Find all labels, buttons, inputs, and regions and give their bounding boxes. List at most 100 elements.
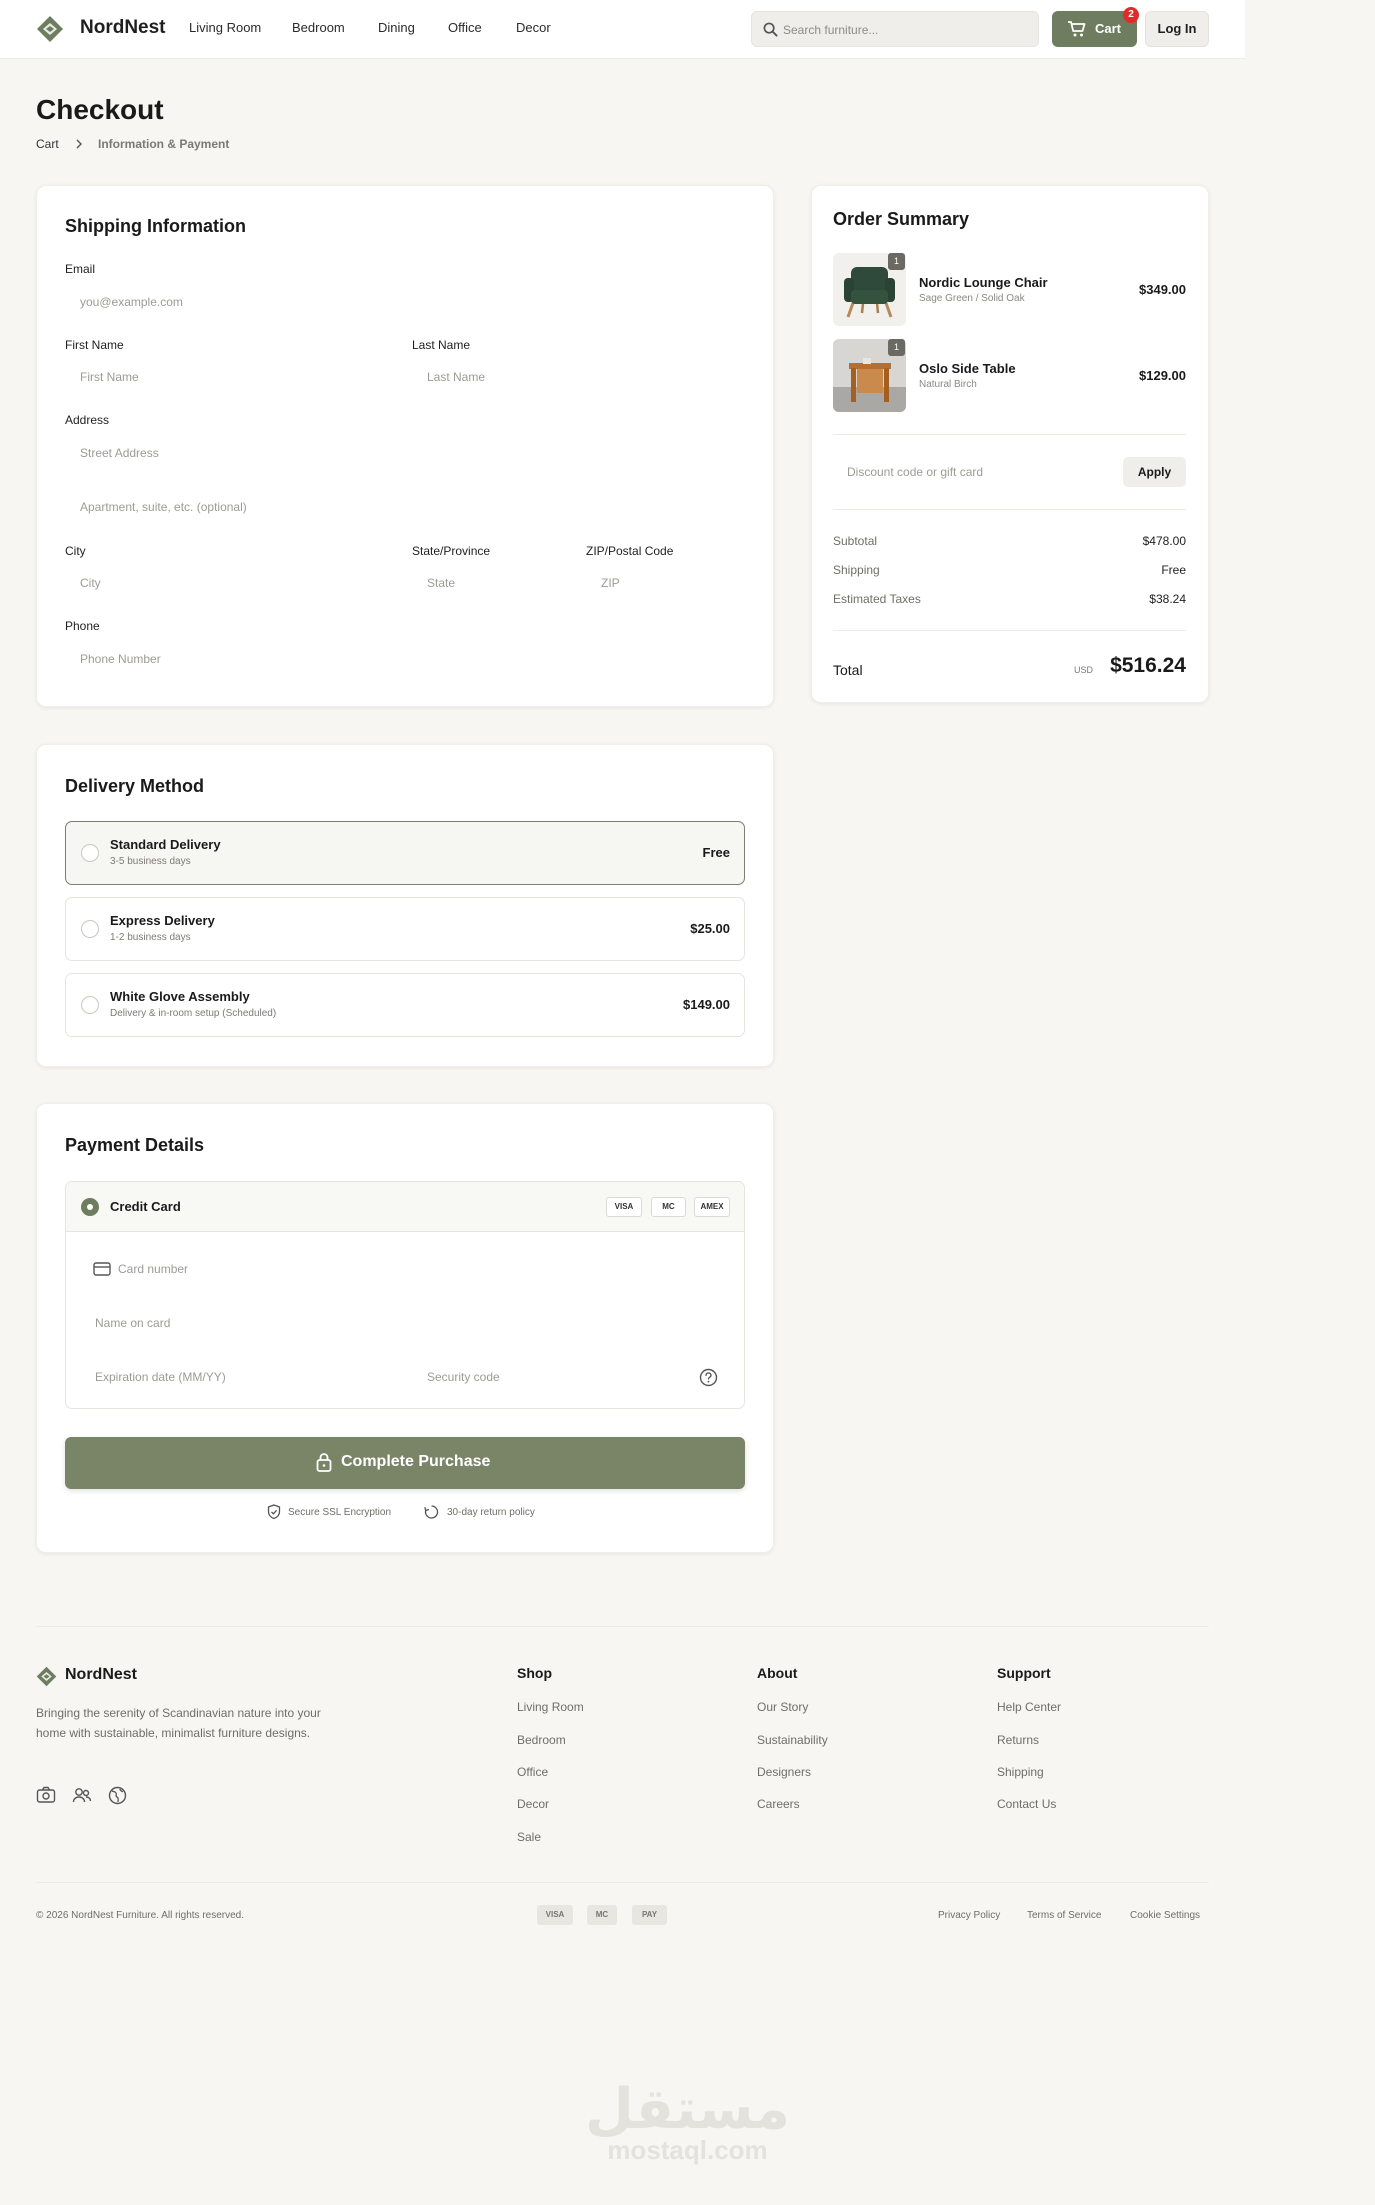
amex-badge: AMEX <box>694 1197 730 1217</box>
footer-link-bedroom[interactable]: Bedroom <box>517 1733 566 1747</box>
nav-living-room[interactable]: Living Room <box>189 20 261 35</box>
footer-brand[interactable]: NordNest <box>65 1666 137 1684</box>
shipping-label: Shipping <box>833 563 880 577</box>
radio-white-glove[interactable] <box>81 996 99 1014</box>
item-name: Oslo Side Table <box>919 361 1016 376</box>
subtotal-value: $478.00 <box>1142 534 1186 548</box>
last-name-label: Last Name <box>412 338 471 352</box>
delivery-option-express[interactable]: Express Delivery 1-2 business days $25.0… <box>65 897 745 961</box>
radio-express[interactable] <box>81 920 99 938</box>
city-field[interactable] <box>66 564 396 602</box>
street-address-field[interactable] <box>66 434 746 472</box>
discount-code-field[interactable] <box>833 453 1113 491</box>
footer-link-living-room[interactable]: Living Room <box>517 1700 584 1714</box>
users-icon[interactable] <box>72 1786 92 1804</box>
email-label: Email <box>65 262 96 276</box>
zip-field[interactable] <box>587 564 747 602</box>
footer-link-help-center[interactable]: Help Center <box>997 1700 1061 1714</box>
camera-icon[interactable] <box>36 1786 56 1804</box>
breadcrumb-cart[interactable]: Cart <box>36 137 59 151</box>
chevron-right-icon <box>76 139 82 149</box>
delivery-option-standard[interactable]: Standard Delivery 3-5 business days Free <box>65 821 745 885</box>
logo-diamond-icon[interactable] <box>36 15 64 43</box>
credit-card-option[interactable]: Credit Card VISA MC AMEX <box>66 1182 744 1232</box>
cart-count-badge: 2 <box>1123 7 1139 23</box>
security-code-field[interactable] <box>413 1358 673 1396</box>
login-button[interactable]: Log In <box>1145 11 1209 47</box>
nav-bedroom[interactable]: Bedroom <box>292 20 345 35</box>
recycle-icon <box>424 1505 439 1519</box>
apartment-field[interactable] <box>66 488 746 526</box>
footer-link-designers[interactable]: Designers <box>757 1765 811 1779</box>
footer-link-contact-us[interactable]: Contact Us <box>997 1797 1056 1811</box>
brand-name[interactable]: NordNest <box>80 17 166 39</box>
card-number-field[interactable] <box>104 1250 664 1288</box>
phone-label: Phone <box>65 619 100 633</box>
radio-credit-card[interactable] <box>81 1198 99 1216</box>
shopping-cart-icon <box>1068 21 1086 37</box>
help-circle-icon[interactable] <box>699 1368 718 1387</box>
item-price: $349.00 <box>1139 282 1186 297</box>
nav-decor[interactable]: Decor <box>516 20 551 35</box>
footer-link-careers[interactable]: Careers <box>757 1797 800 1811</box>
last-name-field[interactable] <box>413 358 743 396</box>
first-name-field[interactable] <box>66 358 396 396</box>
shield-check-icon <box>267 1504 281 1520</box>
footer-link-shipping[interactable]: Shipping <box>997 1765 1044 1779</box>
delivery-title: Delivery Method <box>65 776 205 796</box>
privacy-policy-link[interactable]: Privacy Policy <box>938 1910 1000 1921</box>
mastercard-badge: MC <box>651 1197 686 1217</box>
watermark-latin: mostaql.com <box>607 2135 768 2165</box>
visa-badge: VISA <box>606 1197 642 1217</box>
footer-visa-badge: VISA <box>537 1905 573 1925</box>
summary-divider <box>833 434 1186 435</box>
radio-standard[interactable] <box>81 844 99 862</box>
footer-link-our-story[interactable]: Our Story <box>757 1700 808 1714</box>
name-on-card-field[interactable] <box>81 1304 721 1342</box>
credit-card-label: Credit Card <box>110 1199 181 1214</box>
footer-mastercard-badge: MC <box>587 1905 617 1925</box>
email-field[interactable] <box>66 283 746 321</box>
terms-of-service-link[interactable]: Terms of Service <box>1027 1910 1101 1921</box>
phone-field[interactable] <box>66 640 746 678</box>
qty-badge: 1 <box>888 339 905 356</box>
shipping-value: Free <box>1161 563 1186 577</box>
expiry-field[interactable] <box>81 1358 401 1396</box>
item-variant: Sage Green / Solid Oak <box>919 293 1025 304</box>
total-label: Total <box>833 662 863 678</box>
footer-pay-badge: PAY <box>632 1905 667 1925</box>
shipping-title: Shipping Information <box>65 216 246 236</box>
taxes-value: $38.24 <box>1149 592 1186 606</box>
summary-divider <box>833 630 1186 631</box>
return-policy-note: 30-day return policy <box>447 1507 535 1518</box>
footer-logo-icon <box>36 1666 57 1687</box>
footer-heading-support: Support <box>997 1665 1051 1681</box>
option-subtitle: Delivery & in-room setup (Scheduled) <box>110 1008 277 1019</box>
apply-discount-button[interactable]: Apply <box>1123 457 1186 487</box>
item-name: Nordic Lounge Chair <box>919 275 1048 290</box>
globe-icon[interactable] <box>108 1786 127 1805</box>
item-variant: Natural Birch <box>919 379 977 390</box>
first-name-label: First Name <box>65 338 124 352</box>
complete-purchase-button[interactable]: Complete Purchase <box>65 1437 745 1489</box>
footer-link-sustainability[interactable]: Sustainability <box>757 1733 828 1747</box>
footer-link-returns[interactable]: Returns <box>997 1733 1039 1747</box>
footer-link-office[interactable]: Office <box>517 1765 548 1779</box>
state-field[interactable] <box>413 564 573 602</box>
credit-card-box: Credit Card VISA MC AMEX <box>65 1181 745 1409</box>
option-price: $25.00 <box>690 921 730 936</box>
lock-icon <box>316 1453 332 1472</box>
total-value: $516.24 <box>1110 654 1186 677</box>
zip-label: ZIP/Postal Code <box>586 544 674 558</box>
watermark-arabic: مستقل <box>585 2077 790 2142</box>
search-input[interactable] <box>783 20 1023 40</box>
breadcrumb-current: Information & Payment <box>98 137 230 151</box>
nav-dining[interactable]: Dining <box>378 20 415 35</box>
footer-link-decor[interactable]: Decor <box>517 1797 549 1811</box>
search-icon <box>763 22 778 37</box>
delivery-option-white-glove[interactable]: White Glove Assembly Delivery & in-room … <box>65 973 745 1037</box>
nav-office[interactable]: Office <box>448 20 482 35</box>
page-title: Checkout <box>36 94 164 125</box>
cookie-settings-link[interactable]: Cookie Settings <box>1130 1910 1200 1921</box>
footer-link-sale[interactable]: Sale <box>517 1830 541 1844</box>
